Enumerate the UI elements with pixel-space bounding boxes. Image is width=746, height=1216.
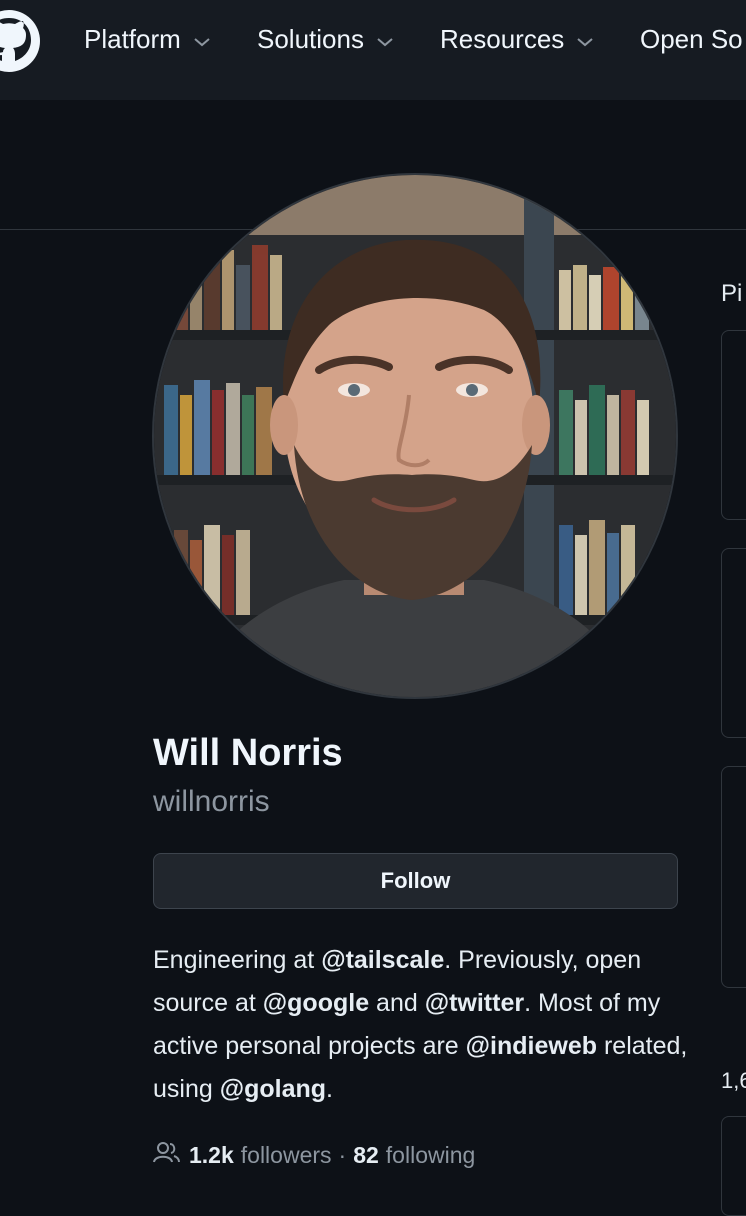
nav-resources[interactable]: Resources xyxy=(440,20,594,58)
profile-bio: Engineering at @tailscale. Previously, o… xyxy=(153,939,693,1111)
bio-mention-indieweb[interactable]: @indieweb xyxy=(466,1032,597,1060)
followers-label: followers xyxy=(240,1141,332,1168)
chevron-down-icon xyxy=(576,24,594,55)
follow-button[interactable]: Follow xyxy=(153,853,678,909)
pinned-repo-card[interactable] xyxy=(721,330,746,520)
bio-text: and xyxy=(369,989,425,1017)
nav-open-source-label: Open So xyxy=(640,23,743,54)
nav-solutions-label: Solutions xyxy=(257,23,364,54)
global-header: Platform Solutions Resources Open So xyxy=(0,0,746,100)
pinned-repo-card[interactable] xyxy=(721,548,746,738)
nav-platform[interactable]: Platform xyxy=(84,20,211,58)
bio-text: . xyxy=(326,1075,333,1103)
bio-mention-golang[interactable]: @golang xyxy=(220,1075,326,1103)
bio-mention-twitter[interactable]: @twitter xyxy=(425,989,524,1017)
github-logo-icon[interactable] xyxy=(0,10,40,72)
profile-full-name: Will Norris xyxy=(153,732,343,774)
contributions-graph xyxy=(721,1116,746,1216)
avatar[interactable] xyxy=(152,173,678,699)
following-link[interactable]: 82 following xyxy=(353,1142,475,1169)
nav-resources-label: Resources xyxy=(440,23,565,54)
pinned-repo-card[interactable] xyxy=(721,766,746,988)
contributions-heading: 1,6 xyxy=(721,1068,746,1093)
following-count: 82 xyxy=(353,1141,379,1168)
bio-mention-google[interactable]: @google xyxy=(263,989,369,1017)
chevron-down-icon xyxy=(193,24,211,55)
bio-mention-tailscale[interactable]: @tailscale xyxy=(321,946,444,974)
chevron-down-icon xyxy=(376,24,394,55)
followers-link[interactable]: 1.2k followers xyxy=(189,1142,332,1169)
follow-stats: 1.2k followers · 82 following xyxy=(153,1138,475,1172)
bio-text: Engineering at xyxy=(153,946,322,974)
nav-solutions[interactable]: Solutions xyxy=(257,20,394,58)
profile-username: willnorris xyxy=(153,785,270,818)
stats-separator: · xyxy=(338,1141,347,1168)
nav-open-source[interactable]: Open So xyxy=(640,20,743,58)
nav-platform-label: Platform xyxy=(84,23,181,54)
followers-count: 1.2k xyxy=(189,1141,234,1168)
pinned-heading: Pi xyxy=(721,280,743,307)
people-icon xyxy=(153,1140,181,1170)
following-label: following xyxy=(385,1141,476,1168)
